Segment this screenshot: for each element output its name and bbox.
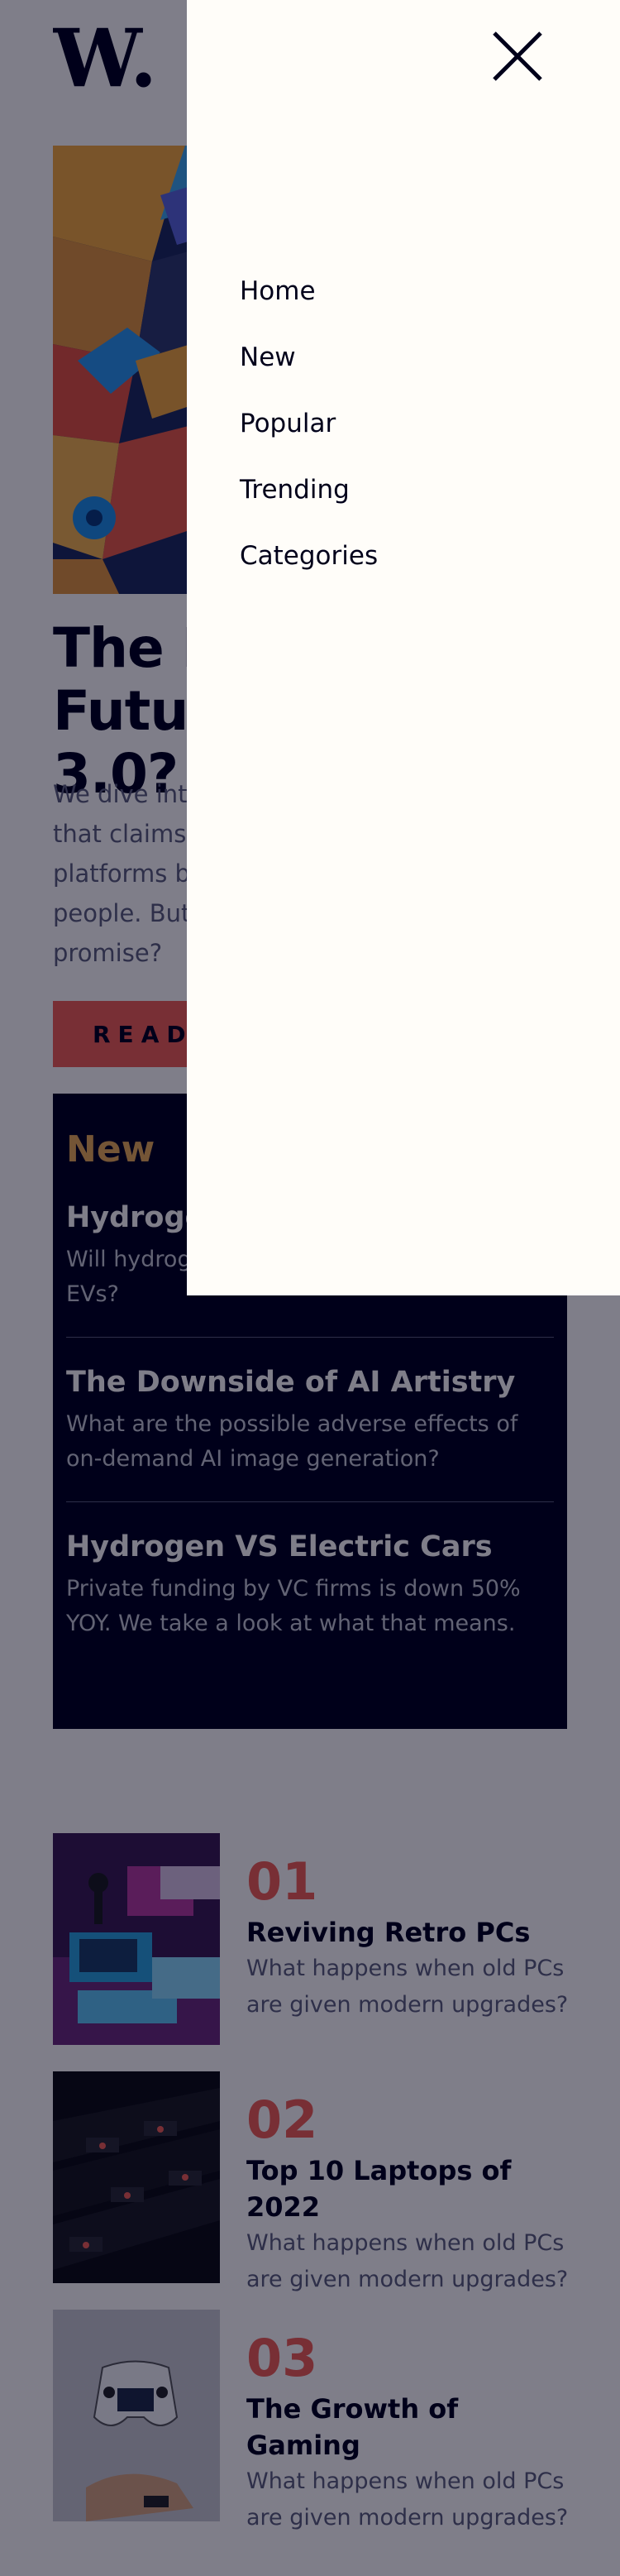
nav-item-trending: Trending (240, 472, 378, 538)
nav-menu: Home New Popular Trending Categories (240, 273, 378, 604)
close-icon (493, 31, 542, 81)
nav-item-categories: Categories (240, 538, 378, 604)
close-menu-button[interactable] (484, 23, 551, 89)
nav-item-home: Home (240, 273, 378, 339)
nav-item-new: New (240, 339, 378, 405)
nav-link-trending[interactable]: Trending (240, 472, 350, 508)
nav-link-home[interactable]: Home (240, 273, 316, 309)
nav-drawer: Home New Popular Trending Categories (187, 0, 620, 1295)
nav-link-new[interactable]: New (240, 339, 296, 376)
nav-item-popular: Popular (240, 405, 378, 472)
nav-link-popular[interactable]: Popular (240, 405, 336, 442)
nav-link-categories[interactable]: Categories (240, 538, 378, 574)
